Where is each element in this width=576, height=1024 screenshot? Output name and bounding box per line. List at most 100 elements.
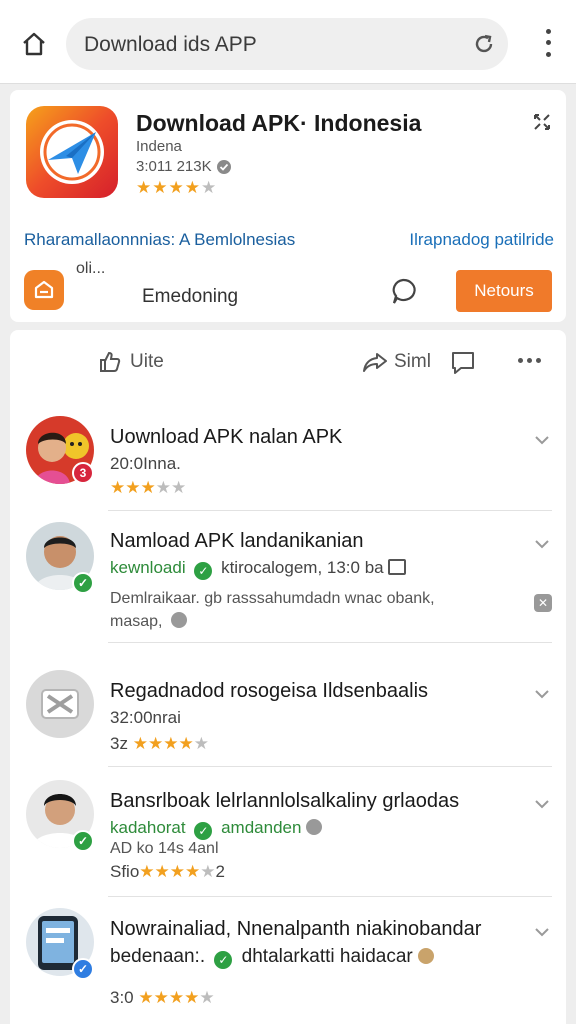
item-rating-prefix: 3:0 bbox=[110, 988, 134, 1007]
divider bbox=[108, 510, 552, 511]
star-filled-icon: ★ bbox=[178, 734, 194, 753]
url-text[interactable]: Download ids APP bbox=[84, 33, 257, 57]
expand-icon[interactable] bbox=[532, 112, 552, 132]
menu-dot-icon bbox=[545, 51, 551, 57]
list-item[interactable]: 3 Uownload APK nalan APK 20:0Inna. ★★★★★ bbox=[10, 406, 566, 510]
star-filled-icon: ★ bbox=[154, 862, 170, 881]
item-body-more: masap, bbox=[110, 612, 187, 631]
notification-badge-icon: 3 bbox=[72, 462, 94, 484]
item-title: Regadnadod rosogeisa Ildsenbaalis bbox=[110, 680, 429, 702]
action-bar: Uite Siml bbox=[10, 330, 566, 394]
list-item[interactable]: ✓ Namload APK landanikanian kewnloadi ✓ … bbox=[10, 514, 566, 640]
chevron-down-icon[interactable] bbox=[532, 922, 552, 942]
star-empty-icon: ★ bbox=[171, 478, 187, 497]
item-rating-stars: ★★★★★ bbox=[139, 862, 215, 881]
item-body-tail: masap, bbox=[110, 613, 163, 630]
share-button[interactable]: Siml bbox=[362, 350, 431, 374]
permissions-link[interactable]: Ilrapnadog patilride bbox=[409, 230, 554, 250]
verified-check-icon: ✓ bbox=[194, 822, 213, 840]
item-source: bedenaan:. bbox=[110, 946, 206, 967]
item-meta: AD ko 14s 4anl bbox=[110, 840, 219, 857]
install-button[interactable]: Netours bbox=[456, 270, 552, 312]
star-filled-icon: ★ bbox=[153, 988, 169, 1007]
verified-check-icon: ✓ bbox=[72, 958, 94, 980]
list-item[interactable]: ✓ Nowrainaliad, Nnenalpanth niakinobanda… bbox=[10, 904, 566, 1024]
divider bbox=[108, 766, 552, 767]
comment-icon[interactable] bbox=[450, 350, 476, 376]
close-icon[interactable]: ✕ bbox=[534, 594, 552, 612]
item-rating-prefix: 3z bbox=[110, 734, 128, 753]
store-icon bbox=[34, 280, 54, 299]
star-empty-icon: ★ bbox=[199, 988, 215, 1007]
menu-dot-icon bbox=[545, 29, 551, 35]
item-rating-stars: ★★★★★ bbox=[133, 734, 209, 753]
item-title: Namload APK landanikanian bbox=[110, 530, 364, 552]
star-filled-icon: ★ bbox=[168, 988, 185, 1007]
chevron-down-icon[interactable] bbox=[532, 684, 552, 704]
chat-bubble-icon[interactable] bbox=[388, 276, 418, 306]
star-filled-icon: ★ bbox=[136, 178, 153, 197]
divider bbox=[108, 896, 552, 897]
store-button[interactable] bbox=[24, 270, 64, 310]
dot-icon bbox=[518, 358, 523, 363]
star-filled-icon: ★ bbox=[139, 862, 155, 881]
divider bbox=[108, 642, 552, 643]
shield-icon bbox=[418, 948, 435, 964]
reload-button[interactable] bbox=[470, 30, 498, 58]
star-empty-icon: ★ bbox=[155, 478, 171, 497]
star-filled-icon: ★ bbox=[163, 734, 179, 753]
app-meta: 3:011 213K bbox=[136, 158, 232, 175]
item-rating-row: 3:0 ★★★★★ bbox=[110, 988, 215, 1008]
item-body: Demlraikaar. gb rasssahumdadn wnac obank… bbox=[110, 590, 435, 607]
item-rating-prefix: Sfio bbox=[110, 862, 140, 881]
chevron-down-icon[interactable] bbox=[532, 534, 552, 554]
overflow-menu-button[interactable] bbox=[540, 26, 556, 60]
item-rating-suffix: 2 bbox=[215, 862, 226, 881]
star-filled-icon: ★ bbox=[185, 862, 201, 881]
item-subtitle: 20:0Inna. bbox=[110, 454, 181, 473]
star-filled-icon: ★ bbox=[152, 178, 169, 197]
address-bar[interactable]: Download ids APP bbox=[66, 18, 508, 70]
item-source: kewnloadi bbox=[110, 558, 186, 577]
dot-icon bbox=[527, 358, 532, 363]
item-subtitle: kewnloadi ✓ ktirocalogem, 13:0 ba bbox=[110, 558, 407, 580]
list-item[interactable]: ✓ Bansrlboak lelrlannlolsalkaliny grlaod… bbox=[10, 776, 566, 896]
chevron-down-icon[interactable] bbox=[532, 794, 552, 814]
avatar bbox=[26, 670, 94, 738]
star-filled-icon: ★ bbox=[110, 478, 126, 497]
verified-check-icon: ✓ bbox=[214, 951, 233, 969]
app-action-text: Emedoning bbox=[142, 286, 239, 307]
dot-icon bbox=[536, 358, 541, 363]
app-title: Download APK· Indonesia bbox=[136, 110, 422, 136]
thumbs-up-icon bbox=[100, 351, 121, 372]
reviews-card: Uite Siml 3 Uownload APK nalan APK 20:0I… bbox=[10, 330, 566, 1024]
app-meta-text: 3:011 213K bbox=[136, 158, 212, 175]
app-icon[interactable] bbox=[26, 106, 118, 198]
home-button[interactable] bbox=[14, 26, 54, 62]
item-subtitle: 32:00nrai bbox=[110, 708, 181, 727]
verified-badge-icon bbox=[216, 159, 231, 174]
list-item[interactable]: Regadnadod rosogeisa Ildsenbaalis 32:00n… bbox=[10, 660, 566, 768]
item-title: Uownload APK nalan APK bbox=[110, 426, 343, 448]
verified-check-icon: ✓ bbox=[72, 572, 94, 594]
app-subtitle: Indena bbox=[136, 138, 182, 155]
paper-plane-logo-icon bbox=[26, 106, 118, 198]
star-empty-icon: ★ bbox=[193, 734, 209, 753]
chevron-down-icon[interactable] bbox=[532, 430, 552, 450]
star-filled-icon: ★ bbox=[132, 734, 148, 753]
item-title: Bansrlboak lelrlannlolsalkaliny grlaodas bbox=[110, 790, 460, 812]
home-icon bbox=[23, 32, 45, 56]
share-arrow-icon bbox=[363, 353, 387, 372]
item-subtitle: kadahorat ✓ amdanden bbox=[110, 818, 323, 840]
menu-dot-icon bbox=[545, 40, 551, 46]
like-button[interactable]: Uite bbox=[98, 350, 164, 374]
developer-link[interactable]: Rharamallaonnnias: A Bemlolnesias bbox=[24, 230, 295, 250]
star-filled-icon: ★ bbox=[168, 178, 185, 197]
more-options-button[interactable] bbox=[518, 358, 541, 363]
item-subtitle: bedenaan:. ✓ dhtalarkatti haidacar bbox=[110, 946, 435, 969]
like-label: Uite bbox=[130, 351, 164, 372]
star-filled-icon: ★ bbox=[147, 734, 164, 753]
item-rating-row: Sfio★★★★★2 bbox=[110, 862, 225, 882]
app-rating-stars: ★★★★★ bbox=[136, 178, 217, 198]
shield-icon bbox=[306, 819, 323, 835]
